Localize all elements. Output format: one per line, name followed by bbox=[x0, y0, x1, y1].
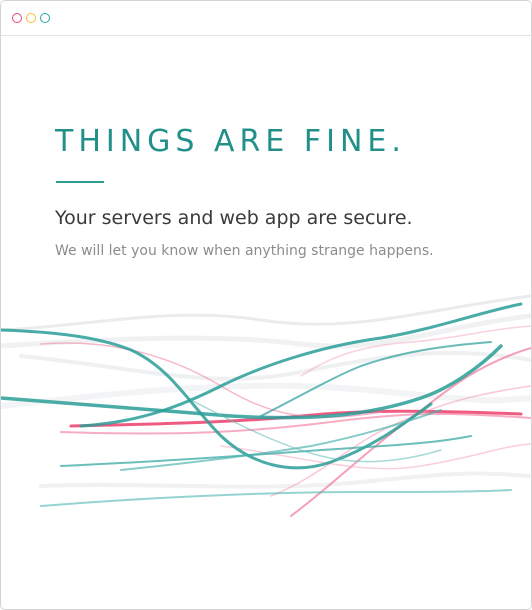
minimize-window-button[interactable] bbox=[26, 13, 36, 23]
status-headline: THINGS ARE FINE. bbox=[55, 124, 406, 159]
maximize-window-button[interactable] bbox=[40, 13, 50, 23]
status-subtitle: Your servers and web app are secure. bbox=[55, 207, 413, 229]
traffic-lines-grey bbox=[1, 294, 531, 489]
app-window: THINGS ARE FINE. Your servers and web ap… bbox=[0, 0, 532, 610]
status-note: We will let you know when anything stran… bbox=[55, 243, 434, 259]
status-panel: THINGS ARE FINE. Your servers and web ap… bbox=[1, 36, 531, 609]
window-titlebar bbox=[1, 1, 531, 36]
traffic-flow-illustration bbox=[1, 294, 531, 517]
headline-divider bbox=[56, 181, 104, 183]
close-window-button[interactable] bbox=[12, 13, 22, 23]
